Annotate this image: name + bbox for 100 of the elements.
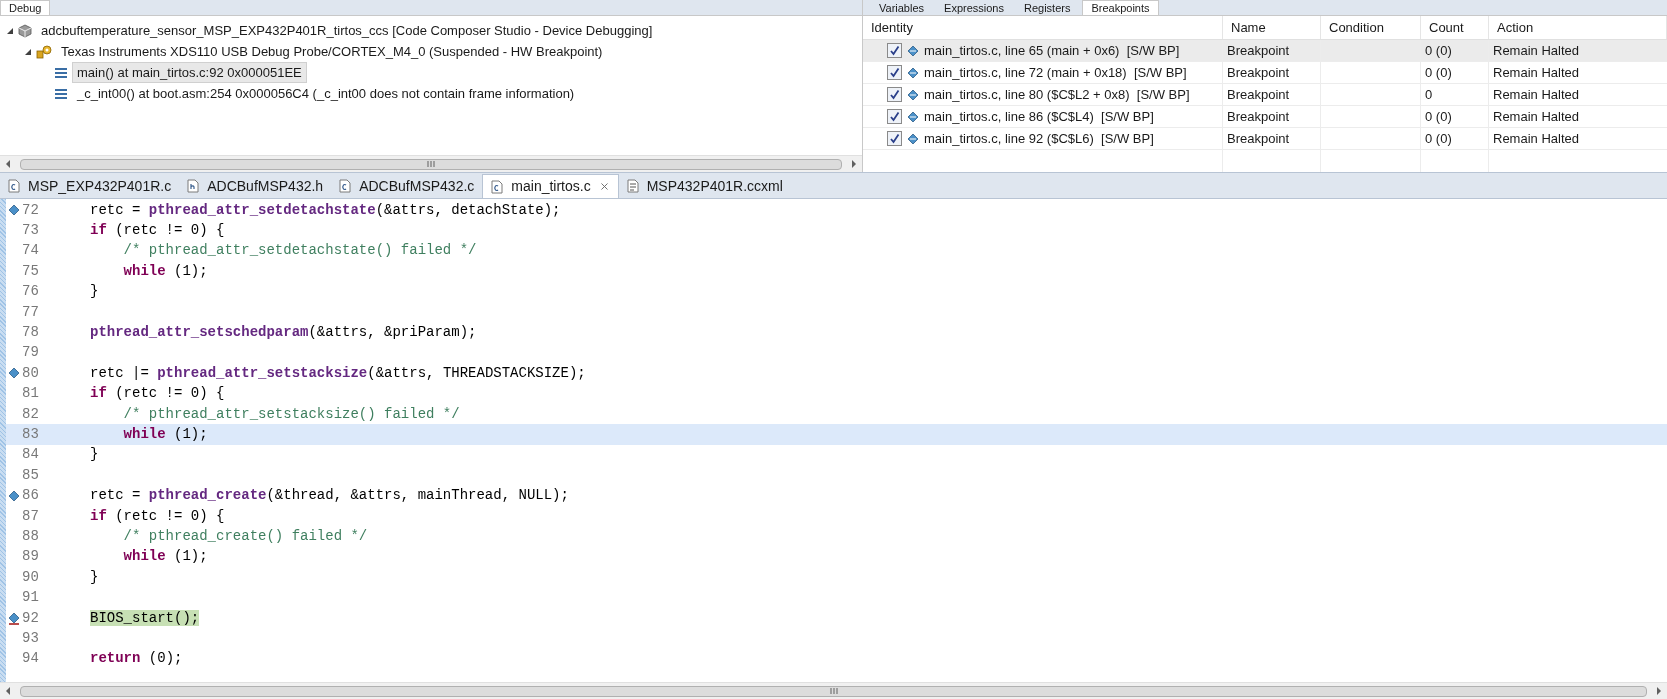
breakpoint-icon[interactable] <box>8 488 20 503</box>
code-line: while (1); <box>122 425 208 444</box>
editor-tab[interactable]: ADCBufMSP432.h <box>179 174 332 198</box>
stack-frame-icon <box>54 87 68 100</box>
code-line: pthread_attr_setschedparam(&attrs, &priParam); <box>89 323 477 343</box>
column-header[interactable]: Condition <box>1321 16 1421 39</box>
view-tab[interactable]: Debug <box>0 0 51 15</box>
horizontal-scrollbar[interactable] <box>0 155 862 172</box>
editor-tab[interactable]: ADCBufMSP432.c <box>331 174 483 198</box>
editor-tab[interactable]: MSP432P401R.ccxml <box>618 174 791 198</box>
code-line: } <box>89 282 99 302</box>
checkbox[interactable] <box>887 109 902 124</box>
line-number: 76 <box>22 282 40 302</box>
code-line: retc = pthread_attr_setdetachstate(&attrs, detachState); <box>89 200 561 220</box>
code-line: /* pthread_create() failed */ <box>122 526 368 546</box>
code-line: return (0); <box>89 649 183 669</box>
grip-icon <box>829 688 838 694</box>
table-cell: 0 (0) <box>1421 62 1489 83</box>
line-number: 89 <box>22 547 40 567</box>
tree-item[interactable]: _c_int00() at boot.asm:254 0x000056C4 (_c_int00 does not contain frame information) <box>72 82 580 105</box>
column-header[interactable]: Count <box>1421 16 1489 39</box>
code-line: retc |= pthread_attr_setstacksize(&attrs, THREADSTACKSIZE); <box>89 363 586 383</box>
table-cell: 0 <box>1421 84 1489 105</box>
code-line: while (1); <box>122 547 208 567</box>
table-cell-text: Remain Halted <box>1492 41 1580 60</box>
line-number: 88 <box>22 526 40 546</box>
breakpoint-row[interactable]: main_tirtos.c, line 65 (main + 0x6) [S/W BP] Breakpoint 0 (0) Remain Halted <box>863 40 1667 62</box>
checkbox[interactable] <box>887 43 902 58</box>
table-cell: 0 (0) <box>1421 106 1489 127</box>
checkbox[interactable] <box>887 65 902 80</box>
scrollbar-thumb[interactable] <box>20 685 1647 697</box>
line-number: 79 <box>22 343 40 363</box>
breakpoint-icon <box>906 43 920 58</box>
horizontal-scrollbar[interactable] <box>0 682 1667 699</box>
grip-icon <box>427 161 435 167</box>
tree-item[interactable]: Texas Instruments XDS110 USB Debug Probe/CORTEX_M4_0 (Suspended - HW Breakpoint) <box>56 40 608 63</box>
table-cell: Breakpoint <box>1223 106 1321 127</box>
view-tab[interactable]: Variables <box>871 0 933 15</box>
expanded-caret-icon[interactable] <box>24 47 32 56</box>
line-number: 86 <box>22 486 40 506</box>
line-number: 72 <box>22 200 40 220</box>
view-tab[interactable]: Registers <box>1015 0 1079 15</box>
breakpoint-row[interactable]: main_tirtos.c, line 92 ($C$L6) [S/W BP] Breakpoint 0 (0) Remain Halted <box>863 128 1667 150</box>
code-line: retc = pthread_create(&thread, &attrs, mainThread, NULL); <box>89 486 569 506</box>
table-cell: 0 (0) <box>1421 128 1489 149</box>
table-cell-text: Remain Halted <box>1492 107 1580 126</box>
breakpoint-icon <box>906 131 920 146</box>
stack-frame-icon <box>54 66 68 79</box>
line-number: 77 <box>22 302 40 322</box>
breakpoint-icon[interactable] <box>8 203 20 218</box>
table-cell-text: Remain Halted <box>1492 85 1580 104</box>
code-line: } <box>89 445 99 465</box>
breakpoint-identity: main_tirtos.c, line 92 ($C$L6) [S/W BP] <box>924 129 1154 148</box>
breakpoint-icon[interactable] <box>8 366 20 381</box>
breakpoint-pc-icon[interactable] <box>8 611 20 625</box>
view-tab[interactable]: Breakpoints <box>1082 0 1159 15</box>
line-number: 84 <box>22 445 40 465</box>
column-header[interactable]: Identity <box>863 16 1223 39</box>
breakpoint-identity: main_tirtos.c, line 86 ($C$L4) [S/W BP] <box>924 107 1154 126</box>
checkbox[interactable] <box>887 131 902 146</box>
editor-tab[interactable]: main_tirtos.c <box>482 174 619 198</box>
code-line: if (retc != 0) { <box>89 384 225 404</box>
column-header[interactable]: Name <box>1223 16 1321 39</box>
line-number: 83 <box>22 425 40 444</box>
scrollbar-thumb[interactable] <box>20 158 842 170</box>
line-number: 74 <box>22 241 40 261</box>
table-cell: Breakpoint <box>1223 128 1321 149</box>
file-icon <box>187 179 200 193</box>
view-tab[interactable]: Expressions <box>936 0 1012 15</box>
checkbox[interactable] <box>887 87 902 102</box>
line-number: 93 <box>22 628 40 648</box>
column-header[interactable]: Action <box>1489 16 1667 39</box>
line-number: 92 <box>22 608 40 628</box>
close-icon[interactable] <box>598 181 610 192</box>
code-line: while (1); <box>122 261 208 281</box>
expanded-caret-icon[interactable] <box>6 26 14 35</box>
breakpoint-row[interactable]: main_tirtos.c, line 80 ($C$L2 + 0x8) [S/W BP] Breakpoint 0 Remain Halted <box>863 84 1667 106</box>
table-cell: Breakpoint <box>1223 62 1321 83</box>
breakpoint-icon <box>906 109 920 124</box>
breakpoint-row[interactable]: main_tirtos.c, line 72 (main + 0x18) [S/W BP] Breakpoint 0 (0) Remain Halted <box>863 62 1667 84</box>
breakpoint-icon <box>906 65 920 80</box>
editor-tab[interactable]: MSP_EXP432P401R.c <box>0 174 180 198</box>
file-icon <box>8 179 20 193</box>
table-cell: Breakpoint <box>1223 40 1321 61</box>
line-number: 81 <box>22 384 40 404</box>
tree-item[interactable]: adcbuftemperature_sensor_MSP_EXP432P401R_tirtos_ccs [Code Composer Studio - Device Debugging] <box>36 19 658 42</box>
file-icon <box>491 179 504 194</box>
table-cell: 0 (0) <box>1421 40 1489 61</box>
line-number: 94 <box>22 649 40 669</box>
tree-item[interactable]: main() at main_tirtos.c:92 0x000051EE <box>72 61 307 84</box>
line-number: 91 <box>22 588 40 608</box>
line-number: 73 <box>22 221 40 241</box>
line-number: 75 <box>22 261 40 281</box>
table-cell-text: Remain Halted <box>1492 129 1580 148</box>
line-number: 82 <box>22 404 40 424</box>
file-icon <box>339 179 352 193</box>
code-line: } <box>89 567 99 587</box>
breakpoint-row[interactable]: main_tirtos.c, line 86 ($C$L4) [S/W BP] Breakpoint 0 (0) Remain Halted <box>863 106 1667 128</box>
cube-icon <box>18 23 32 38</box>
line-number: 78 <box>22 323 40 343</box>
